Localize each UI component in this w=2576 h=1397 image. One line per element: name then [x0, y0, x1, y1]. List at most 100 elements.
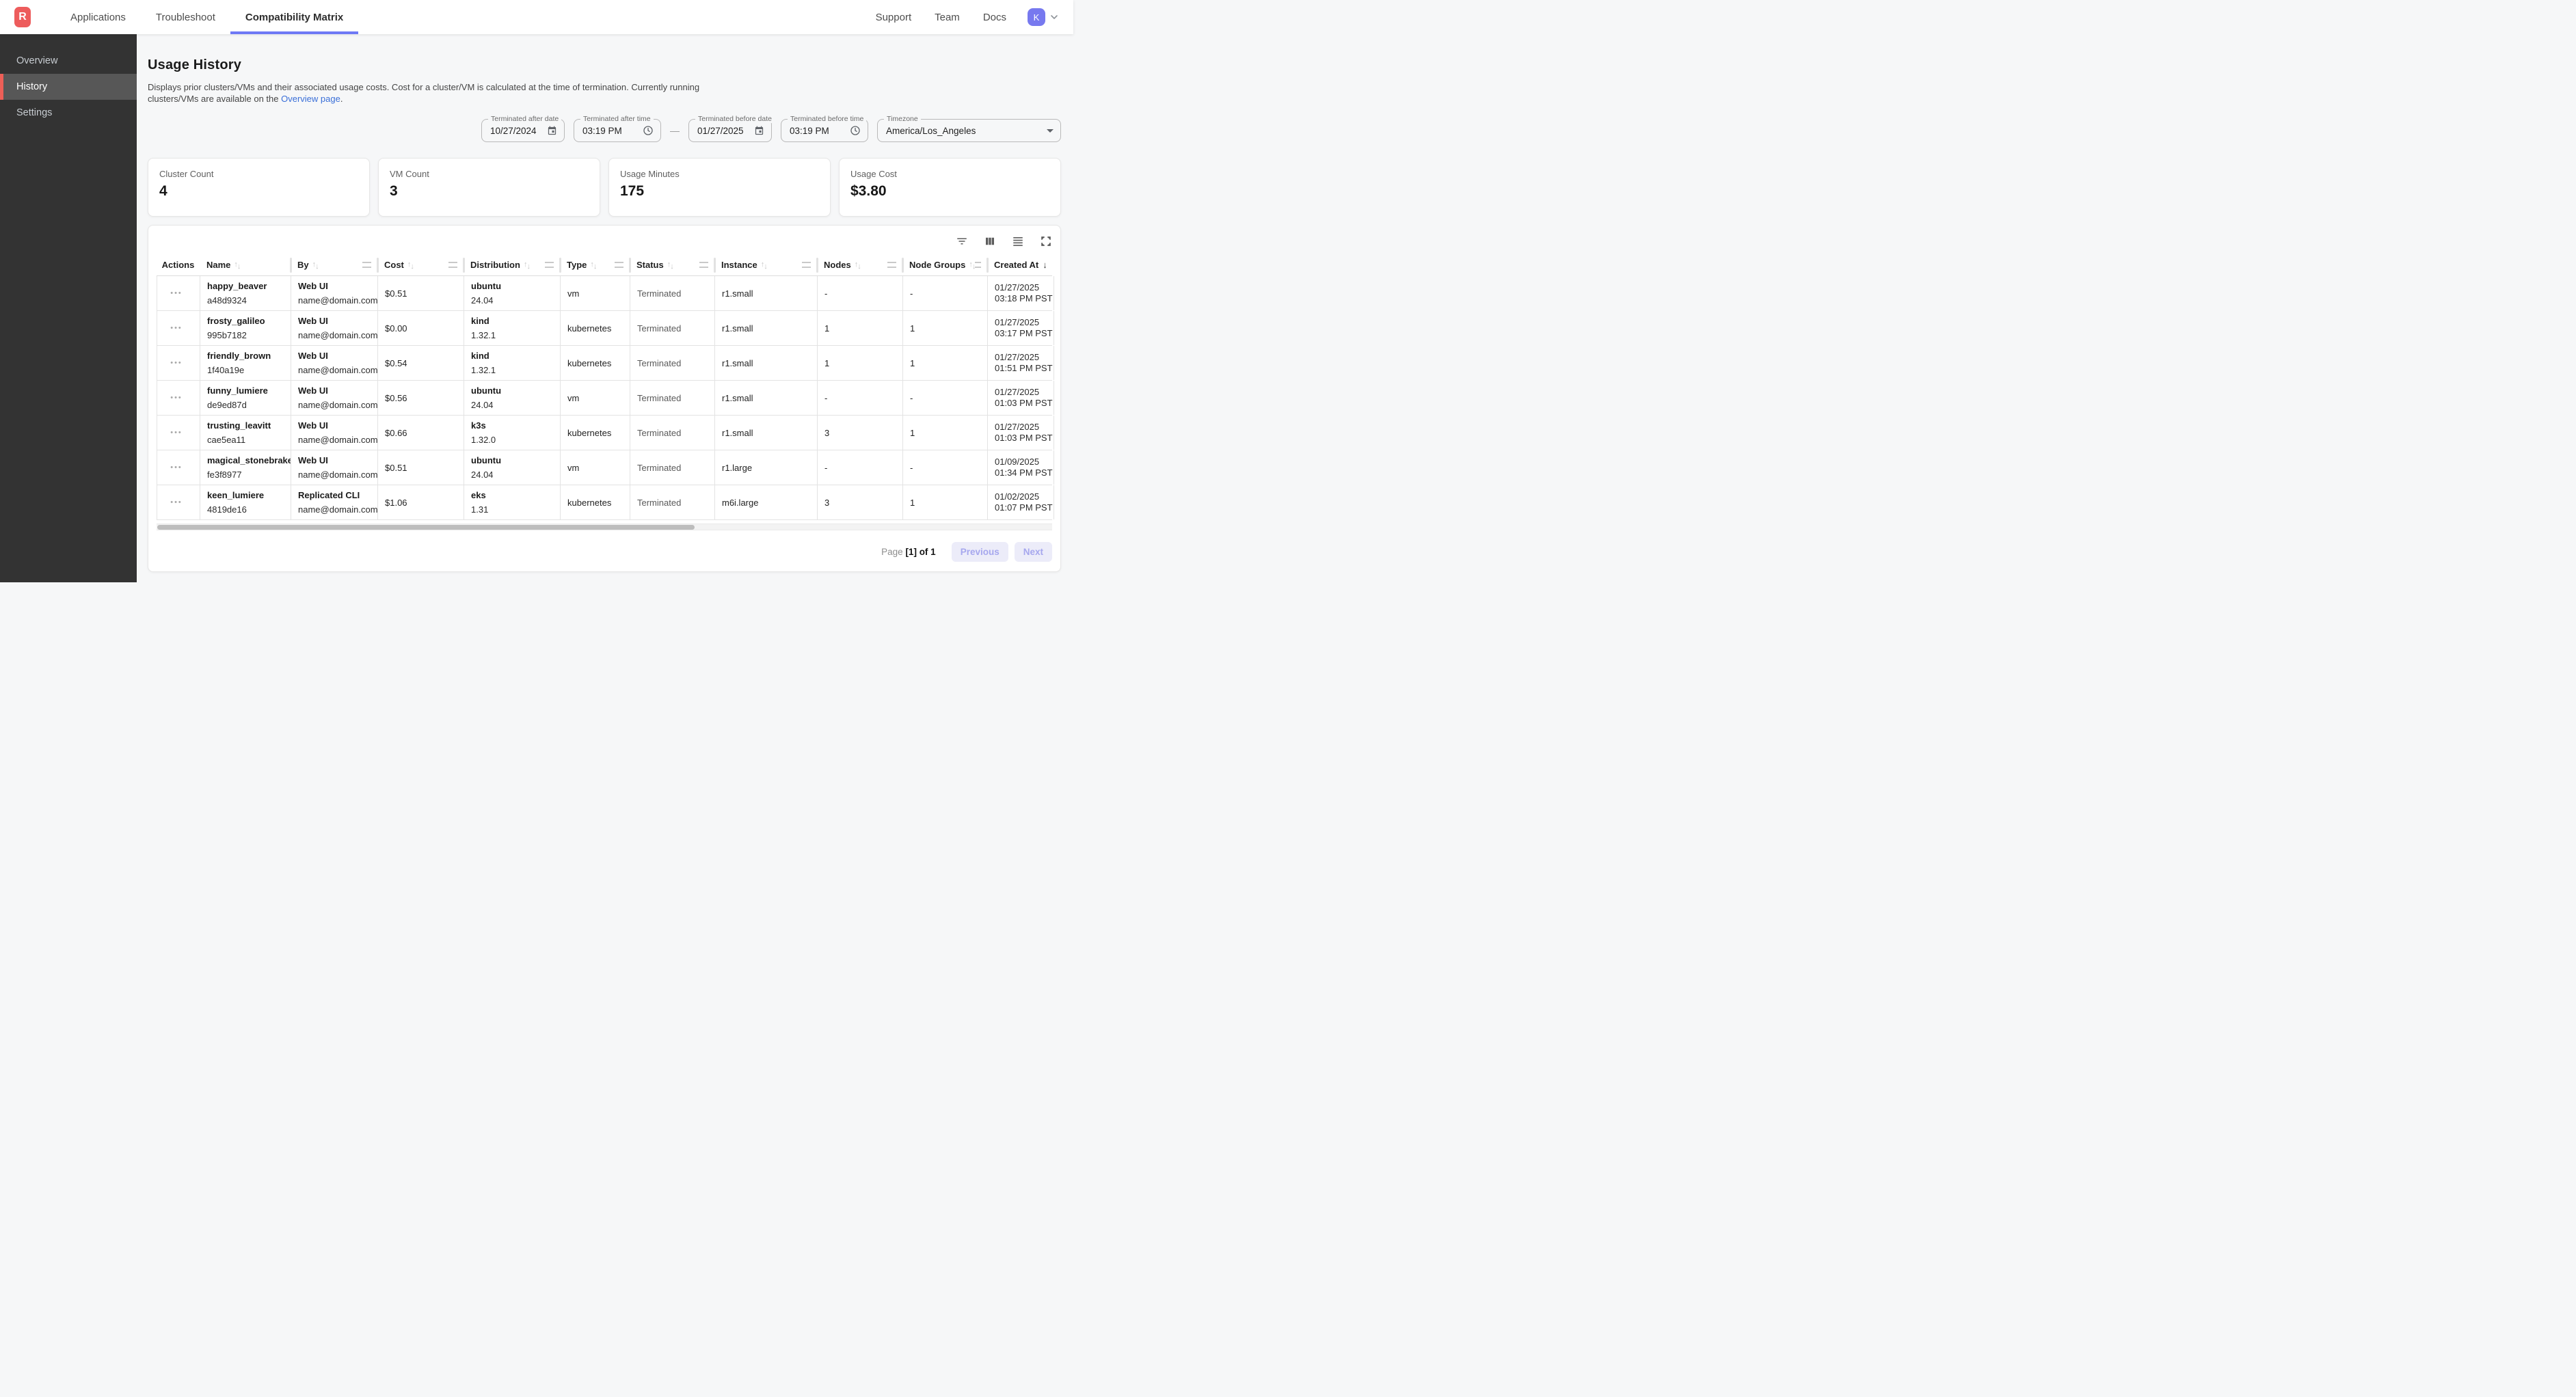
nav-item-troubleshoot[interactable]: Troubleshoot — [141, 0, 230, 34]
sidebar-item-settings[interactable]: Settings — [0, 100, 137, 126]
sidebar-item-overview[interactable]: Overview — [0, 48, 137, 74]
column-label: Name — [206, 260, 230, 270]
cell-by: Web UIname@domain.com — [291, 311, 378, 345]
column-header-status[interactable]: Status — [630, 254, 714, 275]
column-header-instance[interactable]: Instance — [714, 254, 817, 275]
filter-icon[interactable] — [956, 235, 968, 247]
nav-item-applications[interactable]: Applications — [55, 0, 141, 34]
email-link[interactable]: name@domain.com — [298, 435, 373, 446]
cell-node-groups: - — [903, 276, 988, 310]
column-header-type[interactable]: Type — [560, 254, 630, 275]
cell-actions — [157, 416, 200, 450]
overview-page-link[interactable]: Overview page — [281, 94, 340, 104]
row-menu-icon[interactable] — [170, 394, 183, 402]
sort-icon[interactable] — [667, 261, 673, 269]
column-menu-icon[interactable] — [975, 262, 981, 268]
replicated-logo[interactable]: R — [14, 7, 31, 27]
cell-created-at: 01/27/202503:18 PM PST — [988, 276, 1054, 310]
table-row: funny_lumierede9ed87d Web UIname@domain.… — [157, 381, 1052, 416]
column-menu-icon[interactable] — [802, 262, 811, 268]
sort-desc-icon[interactable] — [1043, 260, 1047, 270]
density-icon[interactable] — [1012, 235, 1024, 247]
calendar-icon[interactable] — [747, 126, 764, 136]
terminated-after-date-field[interactable]: Terminated after date 10/27/2024 — [481, 119, 565, 142]
cell-type: kubernetes — [561, 416, 630, 450]
column-header-created-at[interactable]: Created At — [987, 254, 1054, 275]
sort-icon[interactable] — [234, 261, 240, 269]
column-header-by[interactable]: By — [291, 254, 377, 275]
next-page-button[interactable]: Next — [1015, 542, 1052, 562]
column-menu-icon[interactable] — [887, 262, 896, 268]
row-menu-icon[interactable] — [170, 324, 183, 332]
sort-icon[interactable] — [969, 261, 975, 269]
email-link[interactable]: name@domain.com — [298, 330, 373, 341]
row-menu-icon[interactable] — [170, 289, 183, 297]
table-row: happy_beavera48d9324 Web UIname@domain.c… — [157, 276, 1052, 311]
stat-card-usage-cost: Usage Cost $3.80 — [839, 158, 1061, 217]
row-menu-icon[interactable] — [170, 463, 183, 472]
sort-icon[interactable] — [524, 261, 530, 269]
stat-value: 175 — [620, 183, 819, 200]
cell-by: Web UIname@domain.com — [291, 381, 378, 415]
row-menu-icon[interactable] — [170, 429, 183, 437]
cell-by: Web UIname@domain.com — [291, 450, 378, 485]
terminated-after-time-field[interactable]: Terminated after time 03:19 PM — [574, 119, 661, 142]
cell-instance: r1.small — [715, 416, 818, 450]
sort-icon[interactable] — [312, 261, 319, 269]
clock-icon[interactable] — [636, 125, 654, 136]
row-menu-icon[interactable] — [170, 498, 183, 506]
cell-nodes: - — [818, 381, 903, 415]
timezone-select[interactable]: Timezone America/Los_Angeles — [877, 119, 1061, 142]
stat-value: 4 — [159, 183, 358, 200]
sort-icon[interactable] — [761, 261, 767, 269]
nav-item-compatibility-matrix[interactable]: Compatibility Matrix — [230, 0, 358, 34]
field-value: 03:19 PM — [582, 126, 622, 136]
calendar-icon[interactable] — [540, 126, 557, 136]
columns-icon[interactable] — [984, 235, 996, 247]
page-indicator: Page [1] of 1 — [881, 547, 936, 557]
email-link[interactable]: name@domain.com — [298, 400, 373, 411]
sort-icon[interactable] — [407, 261, 414, 269]
user-avatar[interactable]: K — [1028, 8, 1045, 26]
chevron-down-icon[interactable] — [1049, 12, 1060, 23]
cell-by: Replicated CLIname@domain.com — [291, 485, 378, 519]
email-link[interactable]: name@domain.com — [298, 504, 373, 515]
cell-actions — [157, 381, 200, 415]
fullscreen-icon[interactable] — [1040, 235, 1052, 247]
column-header-distribution[interactable]: Distribution — [464, 254, 560, 275]
row-menu-icon[interactable] — [170, 359, 183, 367]
stat-label: Cluster Count — [159, 169, 358, 179]
column-label: Type — [567, 260, 587, 270]
nav-item-support[interactable]: Support — [864, 12, 924, 23]
column-header-node-groups[interactable]: Node Groups — [902, 254, 987, 275]
column-header-nodes[interactable]: Nodes — [817, 254, 902, 275]
terminated-before-date-field[interactable]: Terminated before date 01/27/2025 — [688, 119, 772, 142]
column-menu-icon[interactable] — [362, 262, 371, 268]
sort-icon[interactable] — [590, 261, 596, 269]
column-menu-icon[interactable] — [448, 262, 457, 268]
nav-item-docs[interactable]: Docs — [971, 12, 1018, 23]
sort-icon[interactable] — [855, 261, 861, 269]
horizontal-scrollbar[interactable] — [157, 524, 1052, 530]
stat-value: 3 — [390, 183, 589, 200]
cell-created-at: 01/09/202501:34 PM PST — [988, 450, 1054, 485]
scrollbar-thumb[interactable] — [157, 525, 695, 530]
previous-page-button[interactable]: Previous — [952, 542, 1008, 562]
column-header-cost[interactable]: Cost — [377, 254, 464, 275]
cell-node-groups: 1 — [903, 416, 988, 450]
email-link[interactable]: name@domain.com — [298, 295, 373, 306]
sidebar-item-history[interactable]: History — [0, 74, 137, 100]
cell-created-at: 01/27/202501:03 PM PST — [988, 416, 1054, 450]
nav-item-team[interactable]: Team — [923, 12, 971, 23]
column-menu-icon[interactable] — [699, 262, 708, 268]
cell-created-at: 01/27/202501:03 PM PST — [988, 381, 1054, 415]
sidebar: Overview History Settings — [0, 34, 137, 582]
column-menu-icon[interactable] — [545, 262, 554, 268]
clock-icon[interactable] — [843, 125, 861, 136]
column-header-name[interactable]: Name — [200, 254, 291, 275]
terminated-before-time-field[interactable]: Terminated before time 03:19 PM — [781, 119, 868, 142]
email-link[interactable]: name@domain.com — [298, 470, 373, 480]
column-menu-icon[interactable] — [615, 262, 623, 268]
dropdown-arrow-icon[interactable] — [1040, 129, 1054, 133]
email-link[interactable]: name@domain.com — [298, 365, 373, 376]
